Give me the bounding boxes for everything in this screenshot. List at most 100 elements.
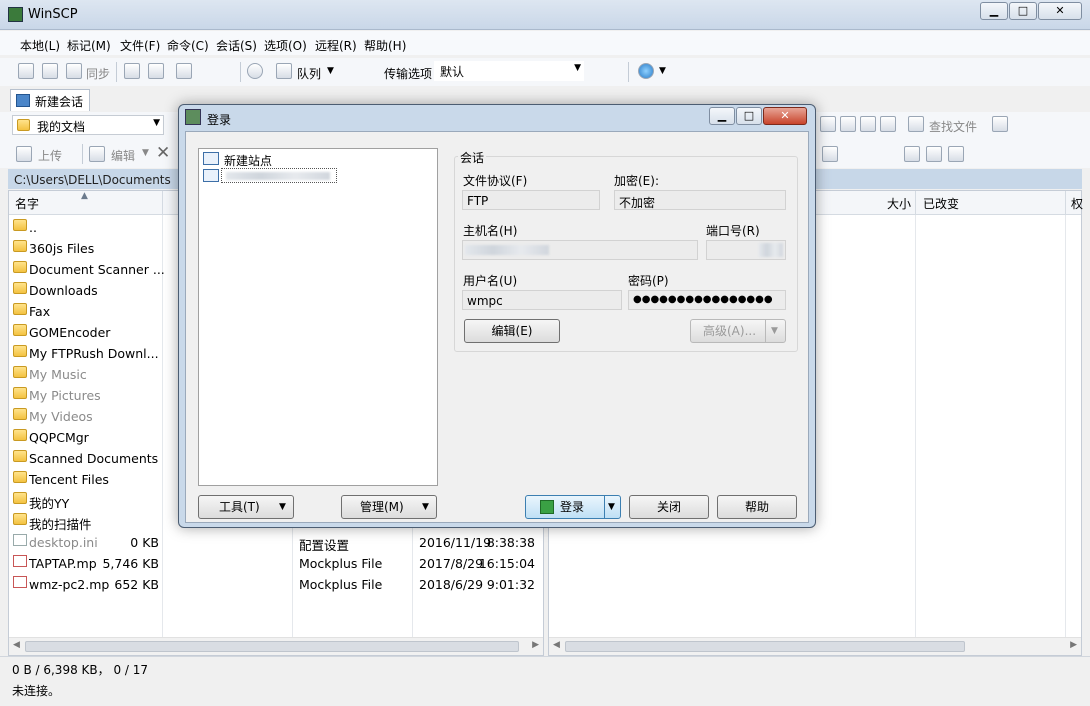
right-horizontal-scrollbar[interactable]: ◀ ▶ bbox=[549, 637, 1081, 655]
tree-item-new-site[interactable]: 新建站点 bbox=[224, 152, 272, 169]
upload-button[interactable]: 上传 bbox=[38, 147, 62, 164]
location-select[interactable]: 我的文档 ▼ bbox=[12, 115, 164, 135]
upload-icon[interactable] bbox=[16, 146, 32, 162]
edit-site-button[interactable]: 编辑(E) bbox=[464, 319, 560, 343]
tree-item-saved-site[interactable] bbox=[221, 168, 337, 183]
console-icon[interactable] bbox=[124, 63, 140, 79]
putty-icon[interactable] bbox=[148, 63, 164, 79]
folder-icon bbox=[13, 261, 27, 273]
list-item[interactable]: desktop.ini 0 KB 配置设置 2016/11/19 8:38:38 bbox=[9, 532, 543, 553]
left-horizontal-scrollbar[interactable]: ◀ ▶ bbox=[9, 637, 543, 655]
connection-status: 未连接。 bbox=[12, 684, 61, 698]
column-changed[interactable]: 已改变 bbox=[923, 195, 959, 212]
globe-icon[interactable] bbox=[638, 63, 654, 79]
file-name: 我的YY bbox=[29, 496, 70, 511]
title-bar: WinSCP ▁ □ ✕ bbox=[0, 0, 1090, 30]
reload-icon[interactable] bbox=[880, 116, 896, 132]
menu-remote[interactable]: 远程(R) bbox=[315, 37, 357, 54]
login-button[interactable]: 登录 ▼ bbox=[525, 495, 621, 519]
file-name: wmz-pc2.mp bbox=[29, 577, 110, 592]
password-input[interactable]: ●●●●●●●●●●●●●●●● bbox=[628, 290, 786, 310]
protocol-value: FTP bbox=[467, 194, 489, 208]
encryption-select[interactable]: 不加密 bbox=[614, 190, 786, 210]
column-name[interactable]: 名字 bbox=[15, 195, 39, 212]
chevron-down-icon[interactable]: ▼ bbox=[142, 148, 149, 158]
right-path-bar[interactable] bbox=[816, 169, 1082, 189]
column-permissions[interactable]: 权 bbox=[1071, 195, 1083, 212]
list-item[interactable]: wmz-pc2.mp 652 KB Mockplus File 2018/6/29 9:… bbox=[9, 574, 543, 595]
scroll-left-icon[interactable]: ◀ bbox=[13, 640, 20, 650]
menu-command[interactable]: 命令(C) bbox=[167, 37, 209, 54]
separator bbox=[240, 62, 241, 82]
filter-icon[interactable] bbox=[948, 146, 964, 162]
list-item[interactable]: TAPTAP.mp 5,746 KB Mockplus File 2017/8/29 1… bbox=[9, 553, 543, 574]
refresh-icon[interactable] bbox=[820, 116, 836, 132]
redacted-text bbox=[759, 243, 783, 257]
username-input[interactable]: wmpc bbox=[462, 290, 622, 310]
dialog-close-button[interactable]: ✕ bbox=[763, 107, 807, 125]
manage-button[interactable]: 管理(M) ▼ bbox=[341, 495, 437, 519]
queue-icon[interactable] bbox=[276, 63, 292, 79]
scroll-thumb[interactable] bbox=[25, 641, 519, 652]
close-button[interactable]: 关闭 bbox=[629, 495, 709, 519]
menu-file[interactable]: 文件(F) bbox=[120, 37, 160, 54]
file-icon bbox=[13, 576, 27, 588]
menu-help[interactable]: 帮助(H) bbox=[364, 37, 406, 54]
file-name: 我的扫描件 bbox=[29, 517, 92, 532]
host-label: 主机名(H) bbox=[463, 224, 518, 238]
root-dir-icon[interactable] bbox=[840, 116, 856, 132]
file-date: 2018/6/29 bbox=[419, 577, 484, 592]
folder-icon bbox=[13, 492, 27, 504]
menu-options[interactable]: 选项(O) bbox=[264, 37, 307, 54]
sync-button[interactable]: 同步 bbox=[86, 65, 110, 82]
saved-site-icon bbox=[203, 169, 219, 182]
maximize-button[interactable]: □ bbox=[1009, 2, 1037, 20]
port-input[interactable] bbox=[706, 240, 786, 260]
redacted-text bbox=[226, 172, 330, 180]
menu-local[interactable]: 本地(L) bbox=[20, 37, 60, 54]
delete-icon[interactable]: ✕ bbox=[156, 143, 170, 163]
host-input[interactable] bbox=[462, 240, 698, 260]
site-tree[interactable]: 新建站点 bbox=[198, 148, 438, 486]
minimize-button[interactable]: ▁ bbox=[980, 2, 1008, 20]
scroll-thumb[interactable] bbox=[565, 641, 965, 652]
window-icon[interactable] bbox=[176, 63, 192, 79]
scroll-right-icon[interactable]: ▶ bbox=[532, 640, 539, 650]
sync-icon[interactable] bbox=[66, 63, 82, 79]
edit-button[interactable]: 编辑 bbox=[111, 147, 135, 164]
help-button[interactable]: 帮助 bbox=[717, 495, 797, 519]
protocol-select[interactable]: FTP bbox=[462, 190, 600, 210]
find-files-icon[interactable] bbox=[908, 116, 924, 132]
home-icon[interactable] bbox=[860, 116, 876, 132]
column-size[interactable]: 大小 bbox=[887, 195, 911, 212]
folder-icon bbox=[17, 119, 30, 131]
advanced-button[interactable]: 高级(A)... ▼ bbox=[690, 319, 786, 343]
remove-icon[interactable] bbox=[926, 146, 942, 162]
chevron-down-icon[interactable]: ▼ bbox=[659, 66, 666, 76]
username-label: 用户名(U) bbox=[463, 274, 518, 288]
queue-button[interactable]: 队列 bbox=[297, 65, 321, 82]
folder-icon bbox=[13, 387, 27, 399]
dialog-minimize-button[interactable]: ▁ bbox=[709, 107, 735, 125]
scroll-left-icon[interactable]: ◀ bbox=[553, 640, 560, 650]
sync-browse-icon[interactable] bbox=[42, 63, 58, 79]
compare-dirs-icon[interactable] bbox=[18, 63, 34, 79]
menu-session[interactable]: 会话(S) bbox=[216, 37, 257, 54]
tools-button[interactable]: 工具(T) ▼ bbox=[198, 495, 294, 519]
properties-icon[interactable] bbox=[822, 146, 838, 162]
menu-mark[interactable]: 标记(M) bbox=[67, 37, 111, 54]
tab-new-session[interactable]: 新建会话 bbox=[10, 89, 90, 111]
edit-icon[interactable] bbox=[89, 146, 105, 162]
transfer-options-select[interactable]: 默认 ▼ bbox=[434, 61, 584, 81]
file-date: 2017/8/29 bbox=[419, 556, 484, 571]
gear-icon[interactable] bbox=[247, 63, 263, 79]
add-icon[interactable] bbox=[904, 146, 920, 162]
scroll-right-icon[interactable]: ▶ bbox=[1070, 640, 1077, 650]
find-files-button[interactable]: 查找文件 bbox=[929, 118, 977, 135]
file-name: Scanned Documents bbox=[29, 451, 159, 466]
dialog-maximize-button[interactable]: □ bbox=[736, 107, 762, 125]
chevron-down-icon: ▼ bbox=[771, 326, 778, 336]
tree-icon[interactable] bbox=[992, 116, 1008, 132]
queue-dropdown-arrow-icon[interactable]: ▼ bbox=[327, 66, 334, 76]
close-window-button[interactable]: ✕ bbox=[1038, 2, 1082, 20]
